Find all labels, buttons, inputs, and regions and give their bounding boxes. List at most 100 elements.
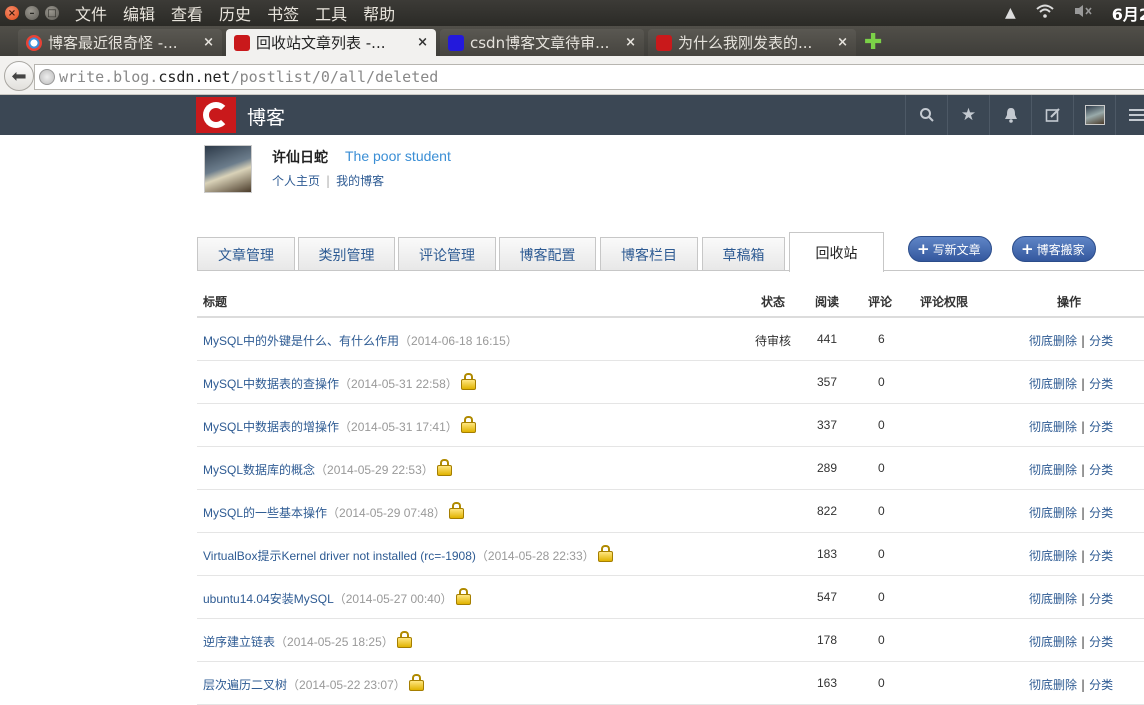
- menu-bookmarks[interactable]: 书签: [267, 1, 299, 25]
- delete-permanently-link[interactable]: 彻底删除: [1029, 549, 1077, 563]
- window-minimize-icon[interactable]: –: [25, 6, 39, 20]
- article-title-link[interactable]: MySQL中数据表的增操作: [203, 420, 339, 434]
- delete-permanently-link[interactable]: 彻底删除: [1029, 377, 1077, 391]
- article-date: （2014-05-28 22:33）: [475, 549, 595, 563]
- table-row: ubuntu14.04安装MySQL（2014-05-27 00:40） 547 0…: [197, 576, 1144, 619]
- user-avatar[interactable]: [1073, 95, 1115, 135]
- article-title-link[interactable]: ubuntu14.04安装MySQL: [203, 592, 334, 606]
- wifi-icon[interactable]: [1036, 4, 1054, 22]
- tab-blog-columns[interactable]: 博客栏目: [600, 237, 698, 271]
- category-link[interactable]: 分类: [1089, 506, 1113, 520]
- tab-blog-config[interactable]: 博客配置: [499, 237, 596, 271]
- star-icon[interactable]: ★: [947, 95, 989, 135]
- row-operations: 彻底删除 | 分类: [1029, 375, 1113, 392]
- delete-permanently-link[interactable]: 彻底删除: [1029, 678, 1077, 692]
- table-header: 标题 状态 阅读 评论 评论权限 操作: [197, 290, 1144, 318]
- article-title-cell: 逆序建立链表（2014-05-25 18:25）: [203, 631, 412, 650]
- separator: |: [1081, 377, 1086, 391]
- baidu-icon: [448, 34, 464, 51]
- menu-file[interactable]: 文件: [75, 1, 107, 25]
- chrome-icon: [26, 34, 42, 51]
- close-icon[interactable]: ×: [417, 35, 428, 50]
- blog-move-button[interactable]: + 博客搬家: [1012, 236, 1096, 262]
- article-title-link[interactable]: VirtualBox提示Kernel driver not installed …: [203, 549, 476, 563]
- article-title-link[interactable]: 层次遍历二叉树: [203, 678, 287, 692]
- article-title-link[interactable]: 逆序建立链表: [203, 635, 275, 649]
- csdn-logo[interactable]: [196, 97, 236, 133]
- delete-permanently-link[interactable]: 彻底删除: [1029, 592, 1077, 606]
- link-my-blog[interactable]: 我的博客: [336, 174, 384, 188]
- article-title-link[interactable]: MySQL数据库的概念: [203, 463, 315, 477]
- row-operations: 彻底删除 | 分类: [1029, 590, 1113, 607]
- category-link[interactable]: 分类: [1089, 463, 1113, 477]
- category-link[interactable]: 分类: [1089, 377, 1113, 391]
- tab-comments[interactable]: 评论管理: [398, 237, 496, 271]
- article-title-link[interactable]: MySQL的一些基本操作: [203, 506, 327, 520]
- category-link[interactable]: 分类: [1089, 549, 1113, 563]
- csdn-icon: [234, 34, 250, 51]
- close-icon[interactable]: ×: [203, 35, 214, 50]
- col-comments[interactable]: 评论: [868, 293, 892, 310]
- article-title-cell: MySQL的一些基本操作（2014-05-29 07:48）: [203, 502, 464, 521]
- tab-articles[interactable]: 文章管理: [197, 237, 295, 271]
- menu-help[interactable]: 帮助: [363, 1, 395, 25]
- col-views[interactable]: 阅读: [815, 293, 839, 310]
- close-icon[interactable]: ×: [625, 35, 636, 50]
- plus-icon: +: [917, 240, 930, 258]
- comment-count: 0: [878, 418, 885, 432]
- article-date: （2014-05-25 18:25）: [275, 635, 394, 649]
- penguin-icon[interactable]: ▲: [1005, 5, 1016, 21]
- address-bar[interactable]: write.blog.csdn.net/postlist/0/all/delet…: [34, 64, 1144, 90]
- delete-permanently-link[interactable]: 彻底删除: [1029, 506, 1077, 520]
- menu-edit[interactable]: 编辑: [123, 1, 155, 25]
- delete-permanently-link[interactable]: 彻底删除: [1029, 420, 1077, 434]
- col-status[interactable]: 状态: [761, 293, 785, 310]
- separator: |: [1081, 635, 1086, 649]
- row-operations: 彻底删除 | 分类: [1029, 418, 1113, 435]
- menu-view[interactable]: 查看: [171, 1, 203, 25]
- tab-divider: [197, 270, 1144, 271]
- table-row: 逆序建立链表（2014-05-25 18:25） 178 0 彻底删除 | 分类: [197, 619, 1144, 662]
- comment-count: 0: [878, 633, 885, 647]
- window-maximize-icon[interactable]: □: [45, 6, 59, 20]
- clock[interactable]: 6月2: [1112, 1, 1144, 25]
- delete-permanently-link[interactable]: 彻底删除: [1029, 635, 1077, 649]
- write-article-button[interactable]: + 写新文章: [908, 236, 992, 262]
- tab-1[interactable]: 博客最近很奇怪 -... ×: [18, 29, 222, 56]
- delete-permanently-link[interactable]: 彻底删除: [1029, 334, 1077, 348]
- window-close-icon[interactable]: ×: [5, 6, 19, 20]
- link-home[interactable]: 个人主页: [272, 174, 320, 188]
- tab-categories[interactable]: 类别管理: [298, 237, 395, 271]
- menu-icon[interactable]: [1115, 95, 1144, 135]
- category-link[interactable]: 分类: [1089, 592, 1113, 606]
- article-title-link[interactable]: MySQL中的外键是什么、有什么作用: [203, 334, 399, 348]
- category-link[interactable]: 分类: [1089, 678, 1113, 692]
- tab-2[interactable]: 回收站文章列表 -... ×: [226, 29, 436, 56]
- delete-permanently-link[interactable]: 彻底删除: [1029, 463, 1077, 477]
- tab-4[interactable]: 为什么我刚发表的... ×: [648, 29, 856, 56]
- category-link[interactable]: 分类: [1089, 635, 1113, 649]
- bell-icon[interactable]: [989, 95, 1031, 135]
- brand-title[interactable]: 博客: [247, 103, 285, 130]
- category-link[interactable]: 分类: [1089, 420, 1113, 434]
- col-comment-permission[interactable]: 评论权限: [920, 293, 968, 310]
- menu-history[interactable]: 历史: [219, 1, 251, 25]
- lock-icon: [455, 588, 471, 605]
- tab-recycle-bin[interactable]: 回收站: [789, 232, 884, 272]
- col-title[interactable]: 标题: [203, 293, 227, 310]
- close-icon[interactable]: ×: [837, 35, 848, 50]
- tab-3[interactable]: csdn博客文章待审... ×: [440, 29, 644, 56]
- back-button[interactable]: ⬅: [4, 61, 34, 91]
- volume-muted-icon[interactable]: [1074, 4, 1092, 22]
- edit-icon[interactable]: [1031, 95, 1073, 135]
- search-icon[interactable]: [905, 95, 947, 135]
- avatar[interactable]: [204, 145, 252, 193]
- tab-drafts[interactable]: 草稿箱: [702, 237, 785, 271]
- username: 许仙日蛇: [272, 150, 328, 166]
- new-tab-icon[interactable]: ✚: [864, 30, 882, 55]
- menu-tools[interactable]: 工具: [315, 1, 347, 25]
- navigation-bar: write.blog.csdn.net/postlist/0/all/delet…: [0, 56, 1144, 95]
- category-link[interactable]: 分类: [1089, 334, 1113, 348]
- article-title-link[interactable]: MySQL中数据表的查操作: [203, 377, 339, 391]
- article-date: （2014-05-27 00:40）: [333, 592, 453, 606]
